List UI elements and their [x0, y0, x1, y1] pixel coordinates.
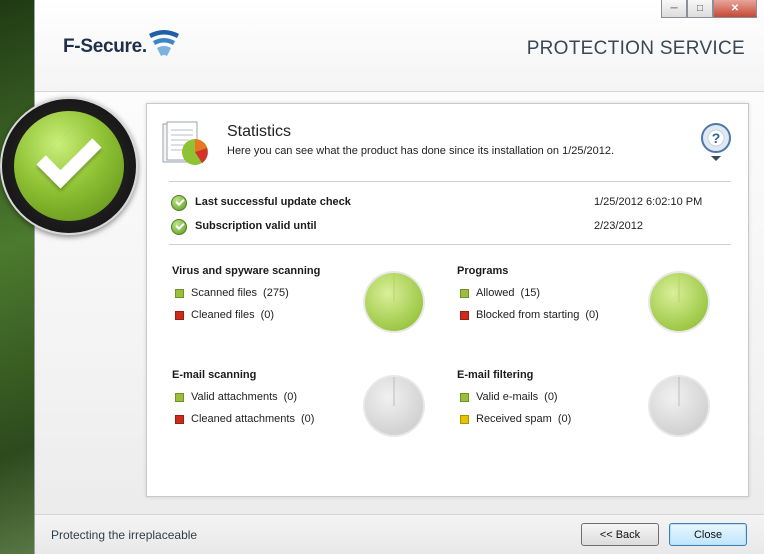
- legend-label: Valid e-mails: [476, 391, 539, 403]
- pie-chart-programs: [648, 271, 710, 333]
- info-value: 1/25/2012 6:02:10 PM: [594, 196, 703, 208]
- maximize-icon[interactable]: □: [687, 0, 713, 18]
- legend-count: (0): [300, 413, 315, 425]
- legend-count: (0): [283, 391, 298, 403]
- svg-text:?: ?: [712, 130, 721, 146]
- back-button[interactable]: << Back: [581, 523, 659, 546]
- check-icon: [171, 195, 187, 211]
- status-ok-badge: [14, 111, 124, 221]
- info-row-update-check: Last successful update check 1/25/2012 6…: [171, 194, 731, 214]
- legend-swatch: [460, 415, 469, 424]
- legend-count: (0): [260, 309, 275, 321]
- statistics-title: Statistics: [227, 123, 292, 140]
- window-controls: ─ □ ✕: [661, 0, 757, 20]
- info-label: Subscription valid until: [195, 220, 317, 232]
- pie-chart-virus: [363, 271, 425, 333]
- info-value: 2/23/2012: [594, 220, 643, 232]
- help-icon[interactable]: ?: [700, 122, 732, 162]
- legend-count: (275): [263, 287, 289, 299]
- statistics-report-icon: [162, 121, 208, 165]
- statistics-subtitle: Here you can see what the product has do…: [227, 145, 615, 157]
- legend-count: (0): [557, 413, 572, 425]
- close-icon[interactable]: ✕: [713, 0, 757, 18]
- minimize-icon[interactable]: ─: [661, 0, 687, 18]
- window-footer: Protecting the irreplaceable << Back Clo…: [35, 514, 764, 554]
- legend-swatch: [460, 393, 469, 402]
- legend-label: Allowed: [476, 287, 515, 299]
- group-title-email-filtering: E-mail filtering: [457, 369, 534, 381]
- pie-chart-email-filtering: [648, 375, 710, 437]
- close-button[interactable]: Close: [669, 523, 747, 546]
- legend-count: (0): [544, 391, 558, 403]
- legend-label: Scanned files: [191, 287, 258, 299]
- legend-swatch: [175, 311, 184, 320]
- tagline: Protecting the irreplaceable: [51, 528, 198, 542]
- legend-swatch: [175, 289, 184, 298]
- group-title-programs: Programs: [457, 265, 509, 277]
- legend-swatch: [460, 289, 469, 298]
- group-title-virus: Virus and spyware scanning: [172, 265, 321, 277]
- legend-swatch: [175, 393, 184, 402]
- legend-label: Cleaned attachments: [191, 413, 295, 425]
- statistics-panel: Statistics Here you can see what the pro…: [146, 103, 749, 497]
- legend-count: (15): [520, 287, 541, 299]
- group-title-email-scanning: E-mail scanning: [172, 369, 257, 381]
- service-title: PROTECTION SERVICE: [526, 38, 745, 59]
- checkmark-icon: [36, 123, 102, 189]
- check-icon: [171, 219, 187, 235]
- legend-count: (0): [585, 309, 599, 321]
- f-secure-logo-icon: [149, 30, 179, 56]
- legend-swatch: [175, 415, 184, 424]
- info-label: Last successful update check: [195, 196, 351, 208]
- protection-status-icon: [0, 97, 138, 235]
- window-header: F-Secure. PROTECTION SERVICE ─ □ ✕: [35, 0, 764, 92]
- legend-label: Received spam: [476, 413, 552, 425]
- separator: [169, 244, 731, 245]
- legend-label: Cleaned files: [191, 309, 255, 321]
- legend-swatch: [460, 311, 469, 320]
- legend-label: Valid attachments: [191, 391, 278, 403]
- pie-chart-email-scanning: [363, 375, 425, 437]
- legend-label: Blocked from starting: [476, 309, 580, 321]
- brand-logo: F-Secure.: [63, 36, 147, 57]
- app-window: F-Secure. PROTECTION SERVICE ─ □ ✕ Stati…: [34, 0, 764, 554]
- separator: [169, 181, 731, 182]
- info-row-subscription: Subscription valid until 2/23/2012: [171, 218, 731, 238]
